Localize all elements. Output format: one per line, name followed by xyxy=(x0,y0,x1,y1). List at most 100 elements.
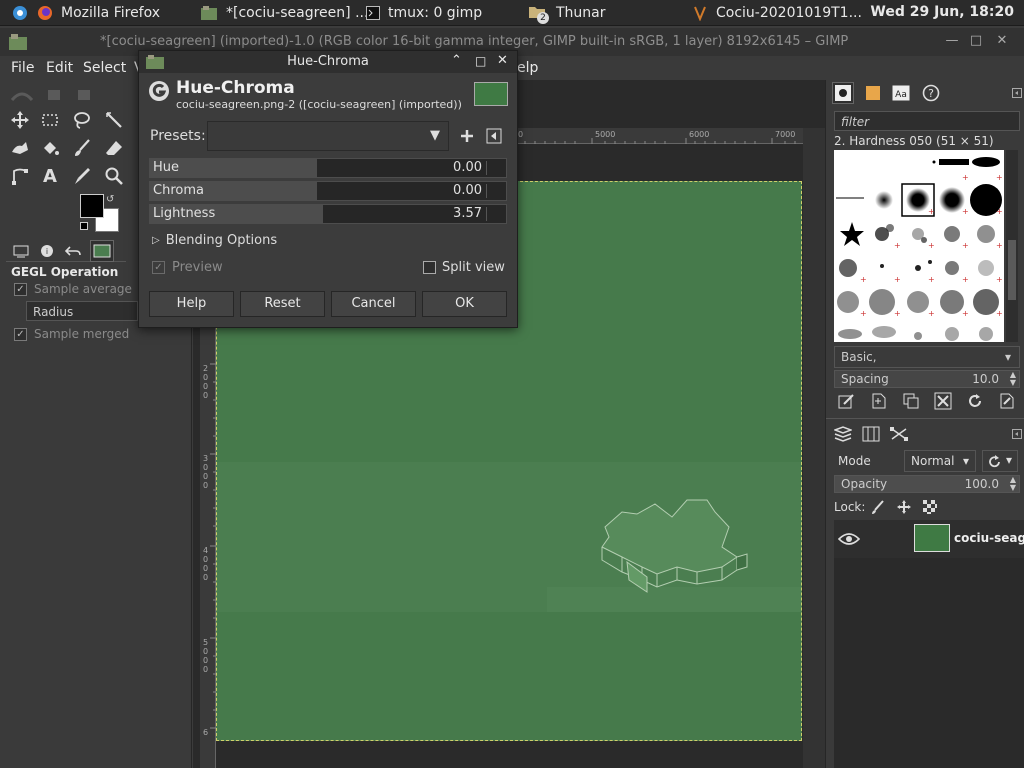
spin-arrows-icon[interactable] xyxy=(486,161,504,175)
taskbar-item-image-viewer[interactable]: Cociu-20201019T1... xyxy=(692,0,862,26)
new-brush-icon[interactable] xyxy=(870,392,888,410)
open-brush-icon[interactable] xyxy=(998,392,1016,410)
svg-text:+: + xyxy=(996,275,1003,284)
help-tab-icon[interactable]: ? xyxy=(920,82,942,104)
layer-list[interactable]: cociu-seag xyxy=(834,520,1024,768)
taskbar-item-thunar[interactable]: 2 Thunar xyxy=(528,0,606,26)
lock-pixels-icon[interactable] xyxy=(870,499,886,515)
duplicate-brush-icon[interactable] xyxy=(902,392,920,410)
preset-menu-icon[interactable] xyxy=(486,128,502,144)
svg-text:+: + xyxy=(894,241,901,250)
dialog-titlebar[interactable]: Hue-Chroma ⌃ □ ✕ xyxy=(139,51,517,73)
menu-edit[interactable]: Edit xyxy=(46,60,73,76)
mode-dropdown[interactable]: Normal ▾ xyxy=(904,450,976,472)
brush-filter-input[interactable]: filter xyxy=(834,111,1020,131)
clock[interactable]: Wed 29 Jun, 18:20 xyxy=(870,4,1014,20)
split-view-checkbox[interactable] xyxy=(423,261,436,274)
cancel-button[interactable]: Cancel xyxy=(331,291,416,317)
lightness-slider[interactable]: Lightness 3.57 xyxy=(149,204,507,224)
brush-grid-scrollbar[interactable] xyxy=(1006,150,1018,342)
menu-help[interactable]: elp xyxy=(517,60,538,76)
brush-grid[interactable]: + + + + + + + + + + + + + + + + + + + xyxy=(834,150,1004,342)
edit-brush-icon[interactable] xyxy=(838,392,856,410)
ok-button[interactable]: OK xyxy=(422,291,507,317)
chevron-down-icon: ▼ xyxy=(430,128,440,143)
sample-average-label: Sample average xyxy=(34,282,132,296)
eye-icon[interactable] xyxy=(838,531,860,547)
tool-options-tab-icon[interactable] xyxy=(10,240,32,262)
fuzzy-select-tool-icon[interactable] xyxy=(102,108,126,132)
minimize-icon[interactable]: — xyxy=(944,33,960,49)
text-tool-icon[interactable]: A xyxy=(38,164,62,188)
taskbar-item-gimp[interactable]: *[cociu-seagreen] ... xyxy=(200,0,368,26)
default-colors-icon[interactable] xyxy=(80,222,88,230)
chroma-value: 0.00 xyxy=(453,183,482,198)
close-icon[interactable]: ✕ xyxy=(497,53,508,68)
sample-average-checkbox[interactable]: ✓ xyxy=(14,283,27,296)
bucket-fill-tool-icon[interactable] xyxy=(38,136,62,160)
lock-position-icon[interactable] xyxy=(896,499,912,515)
channels-tab-icon[interactable] xyxy=(860,423,882,445)
device-status-tab-icon[interactable]: i xyxy=(36,240,58,262)
svg-text:+: + xyxy=(962,173,969,182)
lock-label: Lock: xyxy=(834,500,866,514)
sample-merged-checkbox[interactable]: ✓ xyxy=(14,328,27,341)
delete-brush-icon[interactable] xyxy=(934,392,952,410)
brush-set-dropdown[interactable]: Basic, ▾ xyxy=(834,346,1020,368)
brush-set-value: Basic, xyxy=(841,350,877,364)
fonts-tab-icon[interactable]: Aa xyxy=(890,82,912,104)
paintbrush-tool-icon[interactable] xyxy=(70,136,94,160)
spin-arrows-icon[interactable]: ▲ ▼ xyxy=(1010,476,1016,492)
zoom-tool-icon[interactable] xyxy=(102,164,126,188)
spin-arrows-icon[interactable] xyxy=(486,184,504,198)
transform-tool-icon[interactable] xyxy=(8,136,32,160)
menu-select[interactable]: Select xyxy=(83,60,126,76)
blending-options-expander[interactable]: ▷ Blending Options xyxy=(152,233,277,248)
brushes-tab-icon[interactable] xyxy=(832,82,854,104)
images-tab-icon[interactable] xyxy=(90,240,114,262)
taskbar-item-tmux[interactable]: tmux: 0 gimp xyxy=(366,0,482,26)
taskbar-item-firefox[interactable]: Mozilla Firefox xyxy=(37,0,160,26)
canvas-vertical-scrollbar[interactable] xyxy=(803,128,825,768)
add-preset-icon[interactable] xyxy=(459,128,475,144)
lasso-tool-icon[interactable] xyxy=(70,108,94,132)
lock-alpha-icon[interactable] xyxy=(922,499,938,515)
radius-field[interactable]: Radius xyxy=(26,301,138,321)
reset-button[interactable]: Reset xyxy=(240,291,325,317)
opacity-slider[interactable]: Opacity 100.0 ▲ ▼ xyxy=(834,475,1020,493)
spacing-slider[interactable]: Spacing 10.0 ▲ ▼ xyxy=(834,370,1020,388)
spin-arrows-icon[interactable]: ▲ ▼ xyxy=(1010,371,1016,387)
shade-icon[interactable]: ⌃ xyxy=(451,53,462,68)
refresh-brushes-icon[interactable] xyxy=(966,392,984,410)
dock-menu-icon[interactable] xyxy=(1012,429,1022,439)
maximize-icon[interactable]: □ xyxy=(475,54,486,68)
rect-select-tool-icon[interactable] xyxy=(38,108,62,132)
maximize-icon[interactable]: □ xyxy=(968,33,984,49)
undo-history-tab-icon[interactable] xyxy=(62,240,84,262)
system-menu-icon[interactable] xyxy=(12,0,28,26)
eraser-tool-icon[interactable] xyxy=(102,136,126,160)
presets-dropdown[interactable]: ▼ xyxy=(207,121,449,151)
image-viewer-icon xyxy=(694,6,706,21)
layer-row[interactable]: cociu-seag xyxy=(834,520,1024,558)
spin-arrows-icon[interactable] xyxy=(486,207,504,221)
close-icon[interactable]: ✕ xyxy=(994,33,1010,49)
menu-file[interactable]: File xyxy=(11,60,34,76)
layers-tab-icon[interactable] xyxy=(832,423,854,445)
taskbar-item-label: *[cociu-seagreen] ... xyxy=(226,5,369,21)
svg-text:+: + xyxy=(996,173,1003,182)
layer-name[interactable]: cociu-seag xyxy=(954,531,1024,545)
color-picker-tool-icon[interactable] xyxy=(70,164,94,188)
mode-reset-dropdown[interactable]: ▾ xyxy=(982,450,1018,472)
patterns-tab-icon[interactable] xyxy=(862,82,884,104)
dock-menu-icon[interactable] xyxy=(1012,88,1022,98)
swap-colors-icon[interactable]: ↺ xyxy=(106,194,114,205)
foreground-color-swatch[interactable] xyxy=(80,194,104,218)
paths-tab-icon[interactable] xyxy=(888,423,910,445)
chroma-slider[interactable]: Chroma 0.00 xyxy=(149,181,507,201)
move-tool-icon[interactable] xyxy=(8,108,32,132)
help-button[interactable]: Help xyxy=(149,291,234,317)
preview-checkbox[interactable]: ✓ xyxy=(152,261,165,274)
path-tool-icon[interactable] xyxy=(8,164,32,188)
hue-slider[interactable]: Hue 0.00 xyxy=(149,158,507,178)
